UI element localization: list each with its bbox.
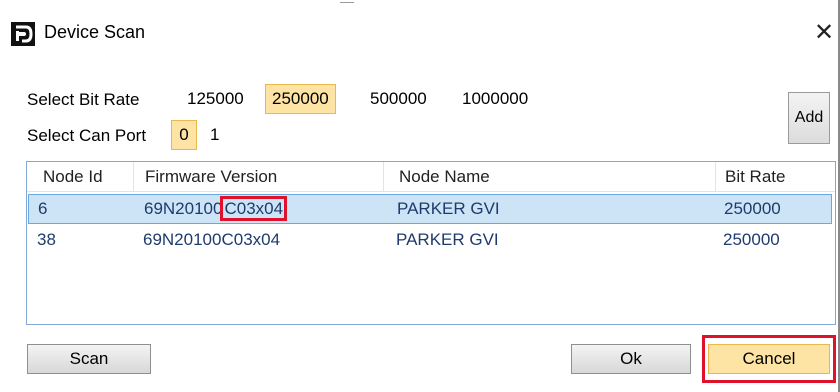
bit-rate-label: Select Bit Rate [27, 90, 140, 109]
device-scan-dialog: Device Scan ✕ Select Bit Rate 125000 250… [0, 0, 840, 392]
node-table: Node Id Firmware Version Node Name Bit R… [26, 161, 836, 325]
add-button[interactable]: Add [788, 92, 830, 144]
column-separator [383, 162, 384, 192]
table-row[interactable]: 38 69N20100C03x04 PARKER GVI 250000 [28, 226, 832, 256]
firmware-prefix: 69N20100 [144, 199, 223, 218]
column-header-bit-rate[interactable]: Bit Rate [715, 162, 785, 192]
cell-firmware-version: 69N20100C03x04 [135, 195, 288, 225]
bitrate-option-1000000[interactable]: 1000000 [455, 84, 535, 114]
cell-node-name: PARKER GVI [396, 230, 499, 249]
cell-node-id: 38 [37, 230, 56, 249]
cell-node-name: PARKER GVI [397, 199, 500, 218]
can-port-label: Select Can Port [27, 126, 147, 145]
cell-bit-rate: 250000 [724, 199, 781, 218]
bitrate-option-125000[interactable]: 125000 [180, 84, 251, 114]
dialog-title: Device Scan [44, 22, 146, 42]
cancel-button[interactable]: Cancel [708, 344, 830, 374]
cell-bit-rate: 250000 [723, 230, 780, 249]
canport-option-0[interactable]: 0 [171, 120, 197, 150]
column-header-node-name[interactable]: Node Name [389, 162, 490, 192]
column-separator [133, 162, 134, 192]
bitrate-option-500000[interactable]: 500000 [363, 84, 434, 114]
cell-node-id: 6 [38, 199, 48, 218]
close-icon[interactable]: ✕ [810, 16, 838, 50]
app-logo-icon [11, 22, 35, 46]
cell-firmware-version: 69N20100C03x04 [143, 230, 281, 249]
title-bar: Device Scan ✕ [0, 0, 838, 64]
firmware-suffix-highlight: C03x04 [220, 196, 288, 221]
canport-option-1[interactable]: 1 [203, 120, 226, 150]
column-header-node-id[interactable]: Node Id [33, 162, 103, 192]
bitrate-option-250000[interactable]: 250000 [265, 84, 336, 114]
table-header: Node Id Firmware Version Node Name Bit R… [27, 162, 835, 192]
column-header-firmware-version[interactable]: Firmware Version [135, 162, 277, 192]
ok-button[interactable]: Ok [571, 344, 691, 374]
table-row[interactable]: 6 69N20100 C03x04 PARKER GVI 250000 [28, 194, 832, 224]
scan-button[interactable]: Scan [27, 344, 151, 374]
